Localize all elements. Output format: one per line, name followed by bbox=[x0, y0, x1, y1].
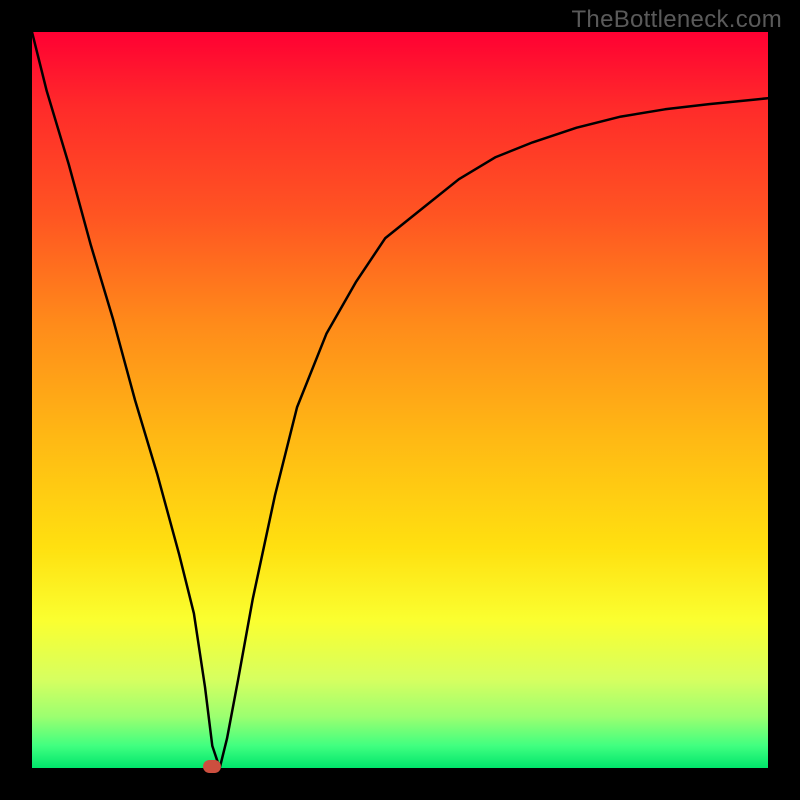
chart-frame: TheBottleneck.com bbox=[0, 0, 800, 800]
curve-svg bbox=[32, 32, 768, 768]
bottleneck-curve bbox=[32, 32, 768, 768]
watermark-text: TheBottleneck.com bbox=[571, 6, 782, 34]
plot-area bbox=[32, 32, 768, 768]
optimum-marker bbox=[203, 760, 221, 773]
